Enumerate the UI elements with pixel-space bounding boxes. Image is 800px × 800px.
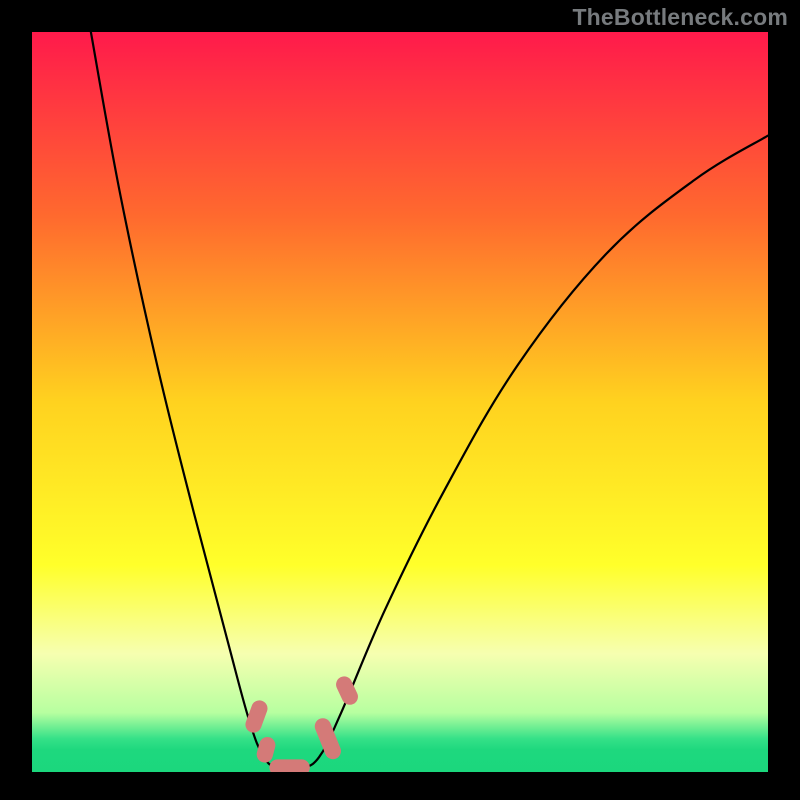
marker-2 bbox=[269, 759, 309, 772]
bottleneck-chart bbox=[32, 32, 768, 772]
plot-area bbox=[32, 32, 768, 772]
chart-background bbox=[32, 32, 768, 772]
chart-frame: TheBottleneck.com bbox=[0, 0, 800, 800]
watermark-label: TheBottleneck.com bbox=[572, 4, 788, 31]
